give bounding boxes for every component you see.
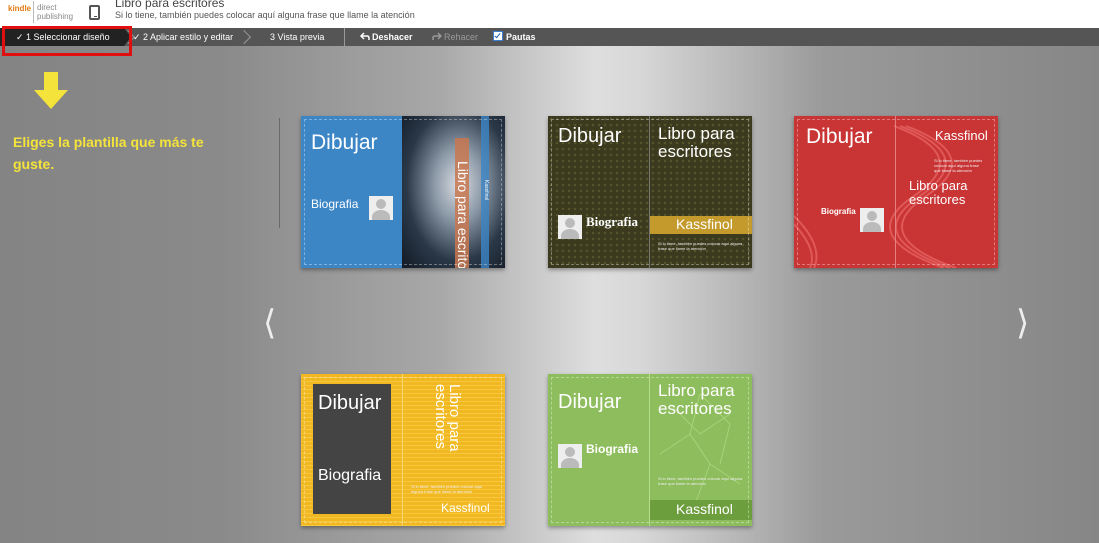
cover-template-dark[interactable]: Dibujar Biografia Libro para escritores … <box>548 116 752 268</box>
cover-front-title: Libro para escritores <box>432 384 463 452</box>
step-separator-chevron-icon <box>244 28 252 46</box>
guides-checkbox[interactable]: Pautas <box>493 28 536 46</box>
cover-author: Kassfinol <box>483 180 489 201</box>
cover-back-bio: Biografia <box>311 197 359 211</box>
step-preview[interactable]: 3 Vista previa <box>270 28 324 46</box>
cover-back-bio: Biografia <box>821 207 856 216</box>
cover-template-blue[interactable]: Dibujar Biografia Libro para escritores … <box>301 116 505 268</box>
cover-back-title: Dibujar <box>558 391 622 413</box>
cover-author: Kassfinol <box>935 128 988 143</box>
cover-back-title: Dibujar <box>311 131 378 154</box>
logo-direct-publishing: direct publishing <box>37 3 74 21</box>
undo-icon <box>359 32 370 40</box>
cover-back-title: Dibujar <box>318 392 382 414</box>
cover-back-bio: Biografia <box>586 214 638 229</box>
author-avatar <box>860 208 884 232</box>
cover-back-title: Dibujar <box>558 125 622 147</box>
cover-front-tagline: Si lo tiene, también puedes colocar aquí… <box>658 241 743 251</box>
cover-author: Kassfinol <box>441 501 490 515</box>
next-page-arrow-icon[interactable]: ⟩ <box>1016 303 1029 343</box>
book-subtitle: Si lo tiene, también puedes colocar aquí… <box>115 10 415 20</box>
arrow-down-icon <box>34 72 68 109</box>
app-header: kindle direct publishing Libro para escri… <box>0 0 1099 28</box>
cover-back-bio: Biografia <box>318 467 382 484</box>
gallery-left-rule <box>279 118 280 228</box>
cover-front-title: Libro para escritores <box>909 178 968 207</box>
cover-front-tagline: Si lo tiene, también puedes colocar aquí… <box>411 484 483 494</box>
cover-author: Kassfinol <box>676 216 733 232</box>
logo-kindle: kindle <box>8 4 32 13</box>
cover-template-green[interactable]: Dibujar Biografia Libro para escritores … <box>548 374 752 526</box>
cover-front-title: Libro para escritores <box>455 161 471 268</box>
author-avatar <box>558 215 582 239</box>
toolbar-divider <box>344 28 345 46</box>
cover-author: Kassfinol <box>676 501 733 517</box>
author-avatar <box>369 196 393 220</box>
cover-back-title: Dibujar <box>806 125 873 148</box>
kdp-logo[interactable]: kindle direct publishing <box>8 1 74 23</box>
undo-button[interactable]: Deshacer <box>359 28 413 46</box>
checkbox-checked-icon[interactable] <box>493 31 503 41</box>
cover-template-red[interactable]: Dibujar Biografia Kassfinol Si lo tiene,… <box>794 116 998 268</box>
prev-page-arrow-icon[interactable]: ⟨ <box>263 303 276 343</box>
undo-label: Deshacer <box>372 32 413 42</box>
cover-front-tagline: Si lo tiene, también puedes colocar aquí… <box>934 158 983 173</box>
cover-front-title: Libro para escritores <box>658 124 735 161</box>
step-apply-style[interactable]: ✓ 2 Aplicar estilo y editar <box>133 28 233 46</box>
cover-back-bio: Biografia <box>586 442 639 456</box>
guides-label: Pautas <box>506 32 536 42</box>
cover-front-title: Libro para escritores <box>658 381 735 418</box>
device-icon[interactable] <box>89 5 100 20</box>
author-avatar <box>558 444 582 468</box>
book-title: Libro para escritores <box>115 0 225 10</box>
redo-button[interactable]: Rehacer <box>432 28 478 46</box>
annotation-hint: Eliges la plantilla que más te guste. <box>13 134 204 172</box>
annotation-highlight-box <box>2 26 132 56</box>
cover-template-yellow[interactable]: Dibujar Biografia Libro para escritores … <box>301 374 505 526</box>
redo-label: Rehacer <box>444 32 479 42</box>
cover-front-tagline: Si lo tiene, también puedes colocar aquí… <box>658 476 743 486</box>
redo-icon <box>432 32 443 40</box>
logo-divider <box>33 1 34 23</box>
